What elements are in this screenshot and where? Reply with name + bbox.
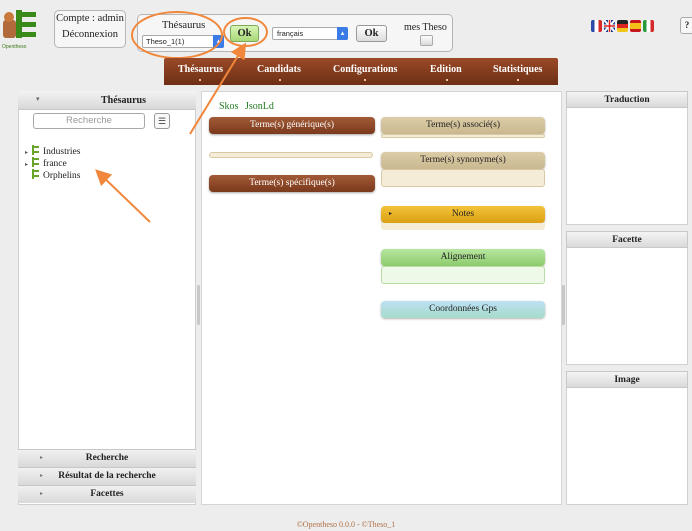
- tab-skos[interactable]: Skos: [219, 101, 238, 112]
- menu-edition[interactable]: Edition: [430, 64, 462, 75]
- main-menu: Thésaurus Candidats Configurations Editi…: [164, 58, 558, 85]
- menu-dot: [364, 79, 366, 81]
- account-box: Compte : admin Déconnexion: [54, 10, 126, 48]
- accordion-recherche[interactable]: ▸ Recherche: [18, 449, 196, 467]
- menu-dot: [517, 79, 519, 81]
- synonym-terms-body: [381, 169, 545, 187]
- generic-terms-body: [209, 152, 373, 158]
- expand-caret-icon: ▸: [389, 211, 393, 217]
- es-flag-icon[interactable]: [630, 20, 641, 32]
- accordion-label: Recherche: [85, 453, 129, 463]
- associated-terms-header[interactable]: Terme(s) associé(s): [381, 117, 545, 134]
- annotation-ellipse-ok: [223, 17, 268, 47]
- language-select-value: français: [277, 29, 304, 38]
- footer-copyright: ©Opentheso 0.0.0 - ©Theso_1: [296, 520, 396, 529]
- notes-body: [381, 223, 545, 230]
- menu-thesaurus[interactable]: Thésaurus: [178, 64, 223, 75]
- menu-configurations[interactable]: Configurations: [333, 64, 397, 75]
- logout-link[interactable]: Déconnexion: [55, 27, 125, 43]
- associated-terms-body: [381, 134, 545, 138]
- concept-icon: [32, 169, 40, 179]
- de-flag-icon[interactable]: [617, 20, 628, 32]
- translation-panel: [566, 91, 688, 225]
- alignment-header[interactable]: Alignement: [381, 249, 545, 266]
- search-input[interactable]: Recherche: [33, 113, 145, 129]
- it-flag-icon[interactable]: [643, 20, 654, 32]
- accordion-facettes[interactable]: ▸ Facettes: [18, 485, 196, 503]
- my-theso-checkbox[interactable]: [420, 35, 433, 46]
- menu-statistiques[interactable]: Statistiques: [493, 64, 542, 75]
- tab-jsonld[interactable]: JsonLd: [245, 101, 274, 112]
- tree-label[interactable]: france: [43, 159, 67, 169]
- right-splitter[interactable]: [562, 285, 565, 325]
- image-panel: [566, 371, 688, 505]
- my-theso-label: mes Theso: [404, 22, 447, 33]
- synonym-terms-header[interactable]: Terme(s) synonyme(s): [381, 152, 545, 169]
- tree-label[interactable]: Orphelins: [43, 171, 80, 181]
- facet-panel: [566, 231, 688, 365]
- concept-icon: [32, 145, 40, 155]
- uk-flag-icon[interactable]: [603, 19, 616, 33]
- image-panel-title: Image: [566, 371, 688, 388]
- language-flags: [591, 19, 669, 33]
- left-panel-title: Thésaurus: [101, 95, 147, 106]
- tree-item-orphelins[interactable]: Orphelins: [25, 169, 80, 182]
- translation-panel-title: Traduction: [566, 91, 688, 108]
- tree-label[interactable]: Industries: [43, 147, 80, 157]
- accordion-label: Résultat de la recherche: [58, 471, 156, 481]
- fr-flag-icon[interactable]: [591, 20, 602, 32]
- generic-terms-header[interactable]: Terme(s) générique(s): [209, 117, 375, 134]
- accordion-label: Facettes: [90, 489, 124, 499]
- account-label: Compte : admin: [56, 13, 124, 24]
- gps-coordinates-button[interactable]: Coordonnées Gps: [381, 301, 545, 318]
- help-button[interactable]: ?: [680, 17, 692, 34]
- language-ok-button[interactable]: Ok: [356, 25, 387, 42]
- search-options-icon[interactable]: ☰: [154, 113, 170, 129]
- language-select[interactable]: français ▴: [272, 27, 348, 40]
- menu-candidats[interactable]: Candidats: [257, 64, 301, 75]
- select-arrow-icon: ▴: [337, 27, 348, 40]
- left-splitter[interactable]: [197, 285, 200, 325]
- notes-header[interactable]: ▸ Notes: [381, 206, 545, 223]
- menu-dot: [279, 79, 281, 81]
- specific-terms-header[interactable]: Terme(s) spécifique(s): [209, 175, 375, 192]
- facet-panel-title: Facette: [566, 231, 688, 248]
- menu-dot: [446, 79, 448, 81]
- logo-label: Opentheso: [2, 44, 27, 50]
- menu-dot: [199, 79, 201, 81]
- concept-icon: [32, 157, 40, 167]
- accordion-resultat[interactable]: ▸ Résultat de la recherche: [18, 467, 196, 485]
- notes-label: Notes: [451, 209, 475, 219]
- collapse-caret-icon[interactable]: ▾: [36, 95, 40, 103]
- alignment-body: [381, 266, 545, 284]
- annotation-ellipse: [131, 11, 223, 59]
